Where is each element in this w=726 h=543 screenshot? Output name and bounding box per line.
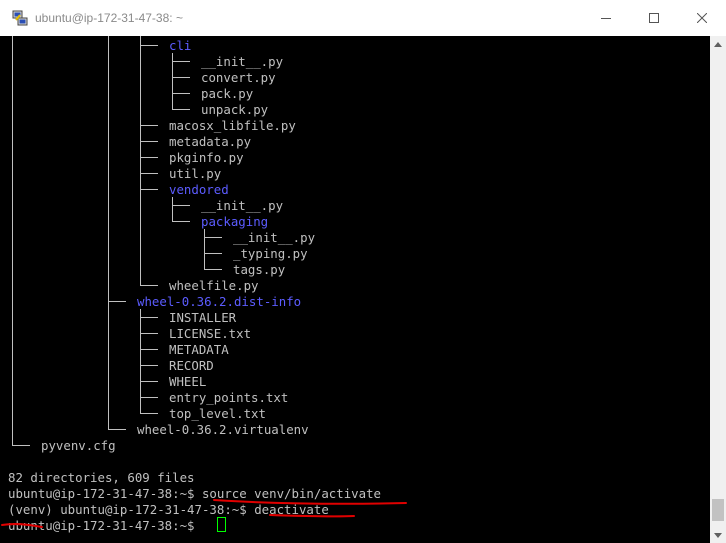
tree-file: metadata.py (169, 134, 252, 149)
tree-file: RECORD (169, 358, 214, 373)
tree-summary: 82 directories, 609 files (8, 470, 195, 485)
tree-connector-lines (12, 36, 222, 446)
minimize-icon (601, 18, 611, 19)
shell-prompt: (venv) ubuntu@ip-172-31-47-38:~$ (8, 502, 247, 517)
tree-file: __init__.py (201, 198, 284, 213)
tree-file: pyvenv.cfg (41, 438, 116, 453)
tree-file: pack.py (201, 86, 254, 101)
tree-dir-cli: cli (169, 38, 192, 53)
scroll-down-button[interactable] (710, 527, 726, 543)
text-cursor (217, 517, 226, 532)
terminal-screen[interactable]: cli __init__.py convert.py pack.py unpac… (0, 36, 710, 543)
tree-file: __init__.py (201, 54, 284, 69)
close-icon (697, 13, 707, 23)
title-bar[interactable]: ubuntu@ip-172-31-47-38: ~ (0, 0, 726, 36)
tree-file: __init__.py (233, 230, 316, 245)
tree-file: wheel-0.36.2.virtualenv (137, 422, 309, 437)
tree-file: top_level.txt (169, 406, 266, 421)
tree-file: wheelfile.py (169, 278, 259, 293)
tree-dir-dist-info: wheel-0.36.2.dist-info (137, 294, 302, 309)
command-line: (venv) ubuntu@ip-172-31-47-38:~$ deactiv… (8, 502, 329, 518)
tree-file: WHEEL (169, 374, 207, 389)
tree-file: LICENSE.txt (169, 326, 252, 341)
terminal-window: ubuntu@ip-172-31-47-38: ~ cli __init__.p… (0, 0, 726, 543)
tree-file: pkginfo.py (169, 150, 244, 165)
maximize-button[interactable] (630, 0, 678, 36)
window-title: ubuntu@ip-172-31-47-38: ~ (35, 11, 183, 25)
command-text: deactivate (254, 502, 329, 517)
chevron-down-icon (714, 532, 722, 538)
tree-file: METADATA (169, 342, 229, 357)
close-button[interactable] (678, 0, 726, 36)
tree-dir-packaging: packaging (201, 214, 269, 229)
minimize-button[interactable] (582, 0, 630, 36)
tree-dir-vendored: vendored (169, 182, 229, 197)
scroll-up-button[interactable] (710, 36, 726, 52)
tree-file: entry_points.txt (169, 390, 289, 405)
tree-file: _typing.py (233, 246, 308, 261)
tree-file: util.py (169, 166, 222, 181)
scrollbar-thumb[interactable] (712, 499, 724, 521)
tree-file: convert.py (201, 70, 276, 85)
shell-prompt: ubuntu@ip-172-31-47-38:~$ (8, 486, 195, 501)
tree-file: macosx_libfile.py (169, 118, 296, 133)
tree-file: INSTALLER (169, 310, 237, 325)
chevron-up-icon (714, 41, 722, 47)
maximize-icon (649, 13, 659, 23)
command-line[interactable]: ubuntu@ip-172-31-47-38:~$ (8, 518, 202, 534)
tree-file: unpack.py (201, 102, 269, 117)
shell-prompt: ubuntu@ip-172-31-47-38:~$ (8, 518, 195, 533)
tree-file: tags.py (233, 262, 286, 277)
command-text: source venv/bin/activate (201, 486, 382, 501)
vertical-scrollbar[interactable] (710, 36, 726, 543)
command-line: ubuntu@ip-172-31-47-38:~$ source venv/bi… (8, 486, 381, 502)
putty-icon[interactable] (12, 10, 28, 26)
